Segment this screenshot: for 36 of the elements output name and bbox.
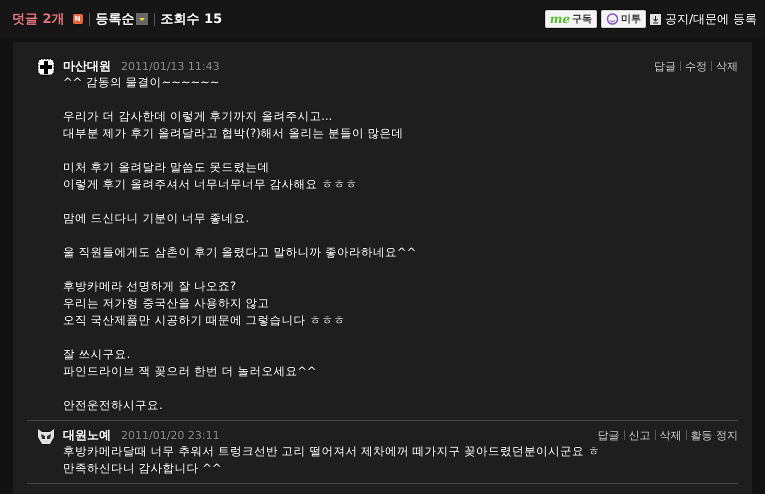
comment-action-link[interactable]: 답글 — [654, 58, 676, 74]
subscribe-button[interactable]: me 구독 — [544, 10, 598, 28]
comment-action-link[interactable]: 수정 — [685, 58, 707, 74]
comment-text-line: 우리가 더 감사한데 이렇게 후기까지 올려주시고... — [63, 108, 334, 125]
avatar-icon — [37, 58, 55, 76]
comment-date: 2011/01/20 23:11 — [121, 428, 220, 442]
comment-text-line: 만족하신다니 감사합니다 ^^ — [63, 460, 223, 477]
comment-action-link[interactable]: 답글 — [598, 428, 620, 442]
comment-text-line: 울 직원들에게도 삼촌이 후기 올렸다고 말하니까 좋아라하네요^^ — [63, 244, 418, 261]
comment-date: 2011/01/13 11:43 — [121, 60, 220, 72]
comment-text-line: 우리는 저가형 중국산을 사용하지 않고 — [63, 295, 271, 312]
comment-text-line: 대부분 제가 후기 올려달라고 협박(?)해서 올리는 분들이 많은데 — [63, 125, 405, 142]
comment-text-line: 맘에 드신다니 기분이 너무 좋네요. — [63, 210, 250, 227]
comment-text-line: 안전운전하시구요. — [63, 397, 164, 414]
comment-author[interactable]: 마산대원 — [63, 58, 111, 74]
comment-action-link[interactable]: 삭제 — [660, 428, 682, 442]
download-icon[interactable] — [650, 14, 662, 24]
comment-text-line: 미처 후기 올려달라 말씀도 못드렸는데 — [63, 159, 271, 176]
comment-text-line: 후방카메라달때 너무 추워서 트렁크선반 고리 떨어져서 제차에꺼 떼가지구 꽂아드렸던분이시군요 ㅎ — [63, 443, 601, 460]
comment-action-link[interactable]: 활동 정지 — [690, 428, 738, 442]
view-count: 조회수 15 — [160, 11, 222, 28]
comment-text-line: ^^ 감동의 물결이~~~~~~ — [63, 74, 220, 91]
speech-bubble-icon — [606, 12, 620, 26]
sort-dropdown[interactable]: 등록순 — [96, 10, 135, 28]
comment-author[interactable]: 대원노예 — [63, 426, 111, 444]
comment-action-link[interactable]: 신고 — [628, 428, 650, 442]
comment-text-line: 파인드라이브 잭 꽂으러 한번 더 놀러오세요^^ — [63, 363, 318, 380]
avatar-icon — [37, 427, 55, 445]
comment-action-link[interactable]: 삭제 — [716, 58, 738, 74]
comment-count: 덧글 2개 — [12, 11, 65, 28]
metoo-button[interactable]: 미투 — [601, 10, 646, 28]
comment-text-line: 이렇게 후기 올려주셔서 너무너무너무 감사해요 ㅎㅎㅎ — [63, 176, 358, 193]
comment-text-line: 후방카메라 선명하게 잘 나오죠? — [63, 278, 238, 295]
comment-text-line: 잘 쓰시구요. — [63, 346, 132, 363]
notice-link[interactable]: 공지/대문에 등록 — [665, 10, 757, 28]
comment-text-line: 오직 국산제품만 시공하기 때문에 그렇습니다 ㅎㅎㅎ — [63, 312, 346, 329]
